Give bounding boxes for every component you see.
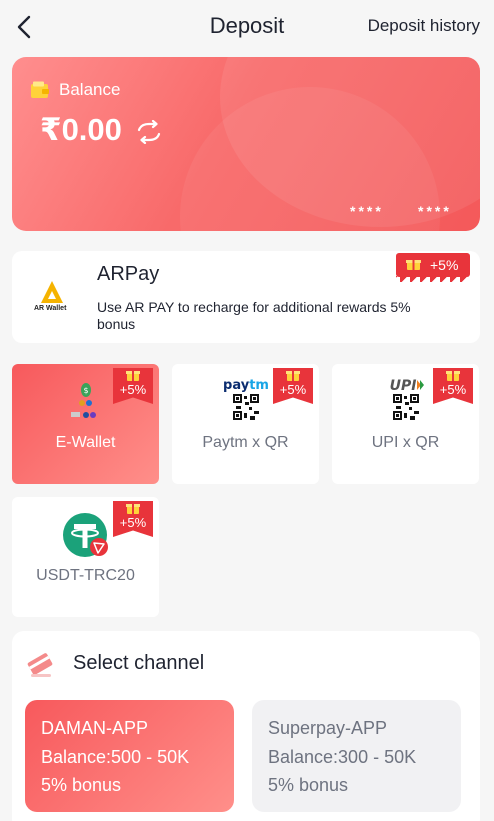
method-label: Paytm x QR — [202, 434, 289, 451]
channel-title: Select channel — [73, 652, 205, 674]
channel-name: DAMAN-APP — [41, 718, 149, 738]
channel-option-daman-app[interactable]: DAMAN-APP Balance:500 - 50K 5% bonus — [25, 700, 234, 812]
arpay-title: ARPay — [97, 263, 160, 285]
channel-section: Select channel DAMAN-APP Balance:500 - 5… — [12, 631, 480, 821]
arpay-bonus-text: +5% — [430, 257, 459, 273]
upi-qr-icon: UPI — [390, 378, 424, 420]
channel-range: Balance:500 - 50K — [41, 746, 190, 767]
wallet-icon — [31, 81, 49, 98]
channel-range: Balance:300 - 50K — [268, 746, 417, 767]
method-bonus-badge: +5% — [433, 368, 473, 404]
card-payment-icon — [27, 653, 53, 677]
balance-label: Balance — [59, 80, 121, 99]
gift-icon — [406, 260, 421, 270]
card-number-mask-right: **** — [418, 203, 452, 219]
paytm-qr-icon: paytm — [223, 378, 269, 420]
refresh-icon[interactable] — [135, 120, 163, 144]
method-label: UPI x QR — [371, 434, 440, 451]
ar-wallet-logo-text: AR Wallet — [34, 305, 67, 312]
svg-text:$: $ — [83, 386, 88, 395]
method-bonus-badge: +5% — [113, 501, 153, 537]
channel-option-superpay-app[interactable]: Superpay-APP Balance:300 - 50K 5% bonus — [252, 700, 461, 812]
channel-name: Superpay-APP — [268, 718, 388, 738]
gift-icon — [126, 371, 140, 381]
method-label: USDT-TRC20 — [36, 567, 135, 584]
method-bonus-badge: +5% — [113, 368, 153, 404]
method-label: E-Wallet — [55, 434, 116, 451]
method-upi-qr[interactable]: UPI UPI x QR +5% — [332, 364, 479, 484]
ar-wallet-logo-icon — [41, 281, 63, 303]
method-e-wallet[interactable]: $ E-Wallet +5% — [12, 364, 159, 484]
gift-icon — [126, 504, 140, 514]
balance-card: Balance ₹0.00 **** **** — [12, 57, 480, 231]
gift-icon — [286, 371, 300, 381]
method-bonus-badge: +5% — [273, 368, 313, 404]
arpay-description: Use AR PAY to recharge for additional re… — [97, 299, 411, 332]
channel-bonus: 5% bonus — [41, 775, 122, 795]
e-wallet-icon: $ — [71, 383, 96, 418]
method-usdt-trc20[interactable]: USDT-TRC20 +5% — [12, 497, 159, 617]
method-paytm-qr[interactable]: paytm Paytm x QR +5% — [172, 364, 319, 484]
card-number-mask-left: **** — [350, 203, 384, 219]
arpay-bonus-badge: +5% — [396, 253, 470, 277]
deposit-history-link[interactable]: Deposit history — [368, 16, 480, 36]
header: Deposit Deposit history — [0, 0, 494, 54]
svg-text:paytm: paytm — [223, 378, 269, 393]
balance-amount: ₹0.00 — [40, 112, 122, 147]
tether-trc20-icon — [63, 513, 108, 557]
arpay-option[interactable]: AR Wallet ARPay Use AR PAY to recharge f… — [12, 251, 480, 343]
gift-icon — [446, 371, 460, 381]
channel-bonus: 5% bonus — [268, 775, 349, 795]
svg-text:UPI: UPI — [390, 378, 417, 394]
